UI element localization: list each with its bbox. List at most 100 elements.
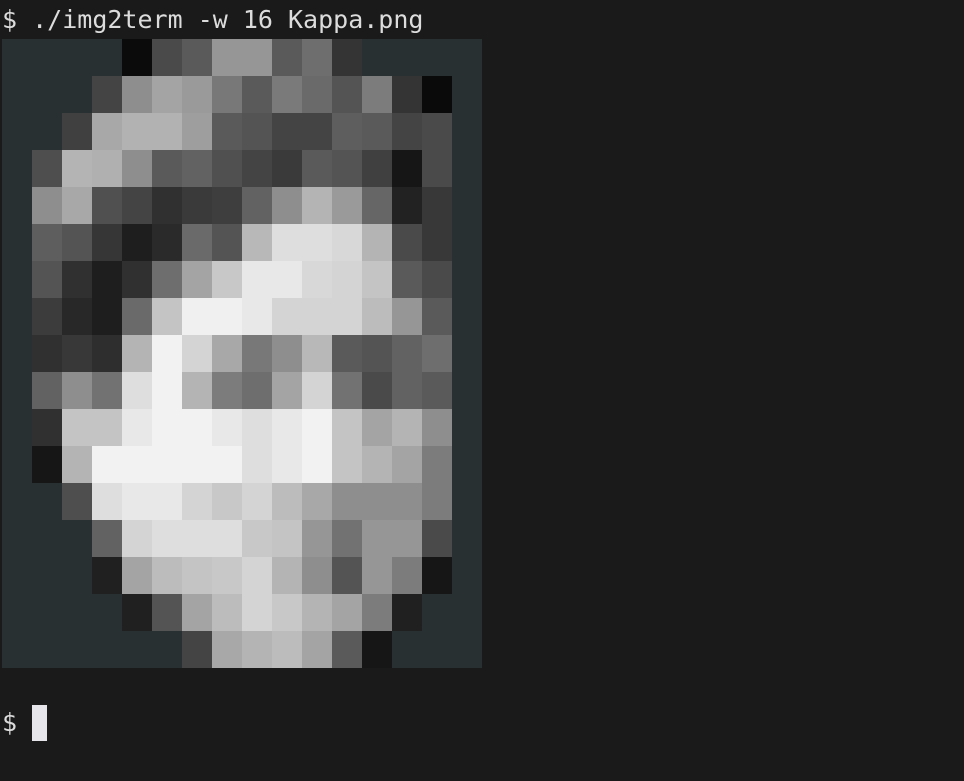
image-pixel: [92, 76, 122, 113]
image-pixel: [152, 557, 182, 594]
image-pixel: [32, 187, 62, 224]
image-pixel: [332, 39, 362, 76]
image-pixel: [452, 594, 482, 631]
image-pixel: [452, 298, 482, 335]
image-pixel: [422, 150, 452, 187]
image-pixel: [452, 335, 482, 372]
image-pixel: [212, 631, 242, 668]
terminal-window[interactable]: $ ./img2term -w 16 Kappa.png $: [0, 0, 964, 781]
image-pixel: [182, 150, 212, 187]
image-pixel: [422, 594, 452, 631]
image-pixel: [452, 446, 482, 483]
image-pixel: [182, 520, 212, 557]
image-pixel: [332, 224, 362, 261]
image-pixel: [32, 446, 62, 483]
image-pixel: [392, 520, 422, 557]
image-pixel: [272, 113, 302, 150]
image-pixel: [2, 76, 32, 113]
image-pixel: [122, 113, 152, 150]
image-pixel: [302, 557, 332, 594]
image-pixel: [2, 261, 32, 298]
input-line[interactable]: $: [2, 706, 17, 740]
image-pixel: [212, 113, 242, 150]
image-pixel: [32, 483, 62, 520]
image-pixel: [452, 520, 482, 557]
image-pixel: [362, 594, 392, 631]
image-pixel: [62, 409, 92, 446]
image-pixel: [62, 631, 92, 668]
image-pixel: [212, 483, 242, 520]
image-pixel: [2, 631, 32, 668]
image-pixel: [92, 557, 122, 594]
image-pixel: [62, 372, 92, 409]
image-pixel: [422, 483, 452, 520]
image-pixel: [212, 409, 242, 446]
image-pixel: [272, 409, 302, 446]
image-pixel: [212, 594, 242, 631]
image-pixel: [182, 298, 212, 335]
image-pixel: [152, 187, 182, 224]
image-pixel: [422, 113, 452, 150]
image-pixel: [152, 224, 182, 261]
image-pixel: [242, 224, 272, 261]
image-pixel: [122, 76, 152, 113]
image-pixel: [392, 150, 422, 187]
image-pixel: [62, 150, 92, 187]
image-pixel: [422, 372, 452, 409]
image-pixel: [422, 446, 452, 483]
image-pixel: [32, 557, 62, 594]
image-pixel: [182, 224, 212, 261]
image-pixel: [2, 594, 32, 631]
image-pixel: [302, 594, 332, 631]
input-prompt: $: [2, 708, 18, 737]
image-pixel: [152, 335, 182, 372]
image-pixel: [362, 39, 392, 76]
image-pixel: [122, 39, 152, 76]
image-pixel: [422, 557, 452, 594]
image-pixel: [362, 483, 392, 520]
image-pixel: [212, 298, 242, 335]
image-pixel: [92, 594, 122, 631]
image-pixel: [362, 261, 392, 298]
image-pixel: [302, 113, 332, 150]
image-pixel: [152, 372, 182, 409]
image-pixel: [2, 409, 32, 446]
image-pixel: [362, 409, 392, 446]
image-pixel: [32, 224, 62, 261]
image-pixel: [272, 150, 302, 187]
image-pixel: [152, 113, 182, 150]
image-pixel: [272, 335, 302, 372]
image-pixel: [122, 372, 152, 409]
image-pixel: [362, 446, 392, 483]
image-pixel: [452, 557, 482, 594]
image-pixel: [242, 187, 272, 224]
image-pixel: [122, 520, 152, 557]
image-pixel: [392, 372, 422, 409]
image-pixel: [272, 594, 302, 631]
image-pixel: [362, 631, 392, 668]
image-pixel: [152, 298, 182, 335]
image-pixel: [62, 298, 92, 335]
image-pixel: [122, 298, 152, 335]
image-pixel: [362, 150, 392, 187]
image-pixel: [452, 631, 482, 668]
image-pixel: [122, 150, 152, 187]
image-pixel: [92, 631, 122, 668]
image-pixel: [332, 631, 362, 668]
image-pixel: [92, 520, 122, 557]
image-pixel: [152, 76, 182, 113]
image-pixel: [422, 298, 452, 335]
image-pixel: [2, 557, 32, 594]
image-pixel: [332, 594, 362, 631]
image-pixel: [392, 113, 422, 150]
image-pixel: [422, 187, 452, 224]
image-pixel: [332, 76, 362, 113]
image-pixel: [182, 261, 212, 298]
image-pixel: [212, 446, 242, 483]
image-pixel: [362, 557, 392, 594]
image-pixel: [182, 113, 212, 150]
image-pixel: [2, 39, 32, 76]
image-pixel: [62, 261, 92, 298]
image-pixel: [452, 76, 482, 113]
image-pixel: [242, 372, 272, 409]
